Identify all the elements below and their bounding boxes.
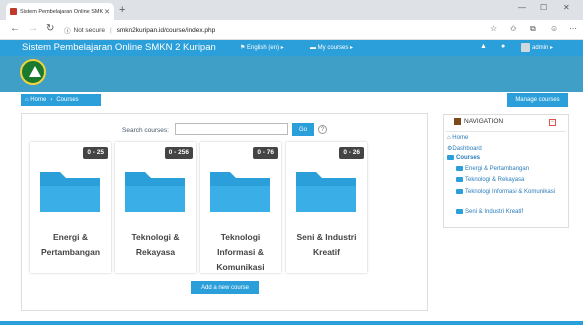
user-avatar[interactable] (521, 43, 530, 52)
navigation-title-text: NAVIGATION (464, 118, 504, 126)
site-favicon-icon (10, 8, 17, 15)
nav-subitem-label: Energi & Pertambangan (465, 166, 530, 173)
collections-icon[interactable]: ⧉ (530, 24, 536, 34)
back-button[interactable]: ← (10, 23, 20, 34)
breadcrumb-courses[interactable]: Courses (56, 97, 78, 103)
security-label: Not secure (73, 26, 105, 34)
more-menu-icon[interactable]: ⋯ (569, 24, 577, 33)
my-courses-label: My courses (317, 45, 349, 51)
notifications-icon[interactable]: ▲ (480, 43, 487, 50)
navigation-title: NAVIGATION (454, 118, 503, 125)
tab-title: Sistem Pembelajaran Online SMK (20, 8, 104, 15)
add-new-course-button[interactable]: Add a new course (191, 281, 259, 294)
course-count-badge: 0 - 256 (164, 147, 193, 159)
reload-button[interactable]: ↻ (46, 23, 54, 34)
search-go-button[interactable]: Go (292, 123, 314, 136)
breadcrumb-separator: › (50, 97, 53, 103)
school-logo[interactable] (20, 59, 46, 85)
user-menu[interactable]: admin ▸ (532, 44, 553, 51)
category-card[interactable]: 0 - 25 Energi & Pertambangan (30, 142, 111, 273)
nav-subitem-label: Teknologi Informasi & Komunikasi (465, 189, 556, 195)
forward-button[interactable]: → (28, 23, 38, 34)
category-card[interactable]: 0 - 256 Teknologi & Rekayasa (115, 142, 196, 273)
nav-home-label: Home (452, 135, 469, 141)
category-name[interactable]: Seni & Industri Kreatif (288, 230, 365, 260)
tab-close-icon[interactable]: ✕ (104, 8, 110, 16)
nav-subitem[interactable]: Teknologi Informasi & Komunikasi (456, 188, 560, 197)
new-tab-button[interactable]: + (119, 4, 125, 16)
nav-subitem[interactable]: Teknologi & Rekayasa (456, 177, 524, 183)
nav-courses-label: Courses (456, 155, 481, 162)
folder-icon (456, 209, 463, 214)
minimize-button[interactable]: — (518, 3, 526, 12)
nav-subitem-label: Teknologi & Rekayasa (465, 177, 525, 184)
url-text[interactable]: smkn2kuripan.id/course/index.php (117, 27, 216, 34)
help-icon[interactable]: ? (318, 125, 327, 134)
my-courses-menu[interactable]: ▬ My courses ▸ (310, 44, 353, 51)
breadcrumb-home-label: Home (30, 97, 47, 103)
browser-tab[interactable]: Sistem Pembelajaran Online SMK ✕ (6, 3, 114, 20)
breadcrumb: ⌂ Home › Courses (21, 94, 101, 106)
category-name[interactable]: Teknologi Informasi & Komunikasi (202, 230, 279, 275)
folder-icon (296, 172, 356, 212)
folder-icon (456, 188, 463, 194)
course-count-badge: 0 - 26 (339, 147, 364, 159)
nav-item-dashboard[interactable]: ⚙Dashboard (447, 145, 482, 152)
language-menu[interactable]: ⚑ English (en) ▸ (240, 44, 284, 51)
site-banner (0, 56, 583, 92)
address-bar[interactable]: ⓘ Not secure | smkn2kuripan.id/course/in… (64, 23, 504, 37)
folder-icon (210, 172, 270, 212)
nav-item-courses[interactable]: Courses (447, 155, 480, 161)
maximize-button[interactable]: ☐ (540, 3, 547, 12)
folder-icon (447, 155, 454, 160)
collapse-block-icon[interactable]: − (549, 119, 556, 126)
folder-icon (456, 177, 463, 182)
address-separator: | (109, 26, 112, 34)
language-label: English (en) (247, 45, 280, 51)
site-navbar: Sistem Pembelajaran Online SMKN 2 Kuripa… (0, 40, 583, 56)
category-card[interactable]: 0 - 76 Teknologi Informasi & Komunikasi (200, 142, 281, 273)
folder-icon (40, 172, 100, 212)
category-name[interactable]: Energi & Pertambangan (32, 230, 109, 260)
category-name[interactable]: Teknologi & Rekayasa (117, 230, 194, 260)
course-count-badge: 0 - 25 (83, 147, 108, 159)
bookmark-star-icon[interactable]: ☆ (490, 24, 497, 33)
breadcrumb-home[interactable]: ⌂ Home (25, 97, 46, 103)
messages-icon[interactable]: ● (501, 43, 505, 50)
manage-courses-button[interactable]: Manage courses (507, 93, 568, 107)
nav-subitem-label: Seni & Industri Kreatif (465, 209, 524, 216)
browser-tab-bar: Sistem Pembelajaran Online SMK ✕ + — ☐ ✕ (0, 0, 583, 20)
favorites-icon[interactable]: ✩ (510, 24, 517, 33)
course-count-badge: 0 - 76 (253, 147, 278, 159)
window-close-button[interactable]: ✕ (563, 3, 570, 12)
browser-toolbar: ← → ↻ ⓘ Not secure | smkn2kuripan.id/cou… (0, 20, 583, 40)
user-name: admin (532, 45, 549, 51)
nav-item-home[interactable]: ⌂ Home (447, 135, 468, 141)
footer-strip (0, 321, 583, 325)
nav-subitem[interactable]: Energi & Pertambangan (456, 166, 529, 172)
folder-icon (125, 172, 185, 212)
sitemap-icon (454, 118, 461, 125)
nav-dashboard-label: Dashboard (452, 146, 482, 152)
folder-icon (456, 166, 463, 171)
category-card[interactable]: 0 - 26 Seni & Industri Kreatif (286, 142, 367, 273)
search-courses-input[interactable] (175, 123, 288, 135)
info-icon[interactable]: ⓘ (64, 25, 71, 35)
divider (446, 131, 566, 132)
site-name[interactable]: Sistem Pembelajaran Online SMKN 2 Kuripa… (22, 42, 216, 53)
search-courses-label: Search courses: (122, 127, 169, 134)
nav-subitem[interactable]: Seni & Industri Kreatif (456, 209, 523, 215)
profile-icon[interactable]: ☺ (550, 24, 558, 33)
